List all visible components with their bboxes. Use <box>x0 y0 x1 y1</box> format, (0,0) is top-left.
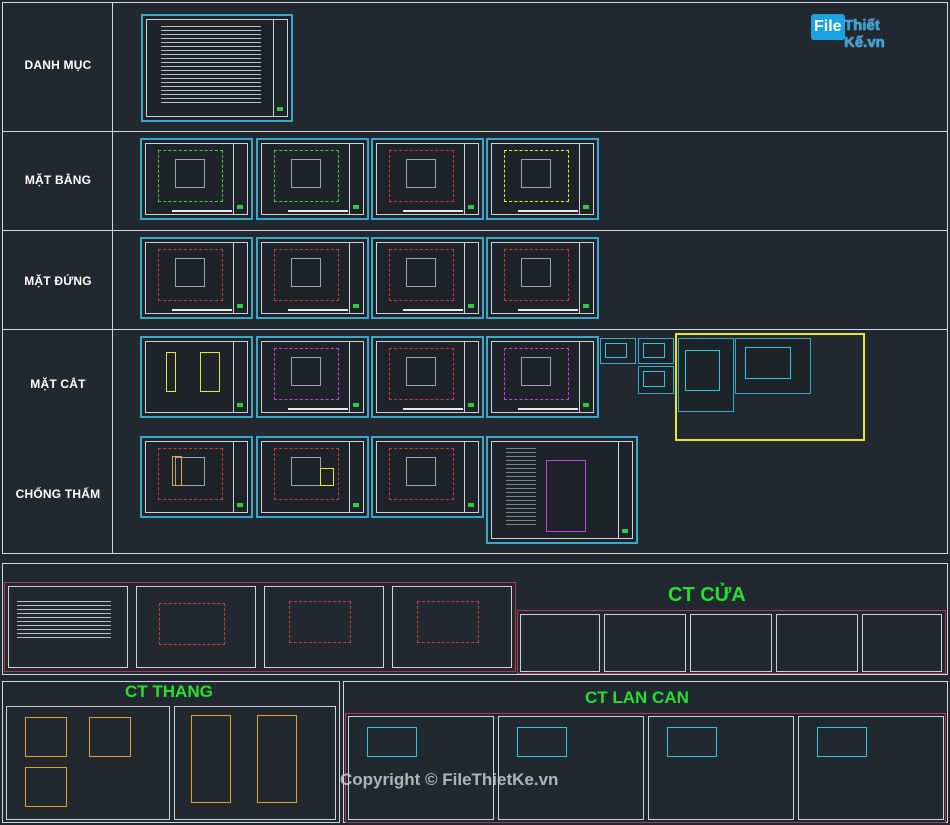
detail-sheet-5[interactable] <box>735 338 811 394</box>
sheet-mat-cat-notes[interactable] <box>140 336 253 418</box>
sheet-chong-tham-2[interactable] <box>256 436 369 518</box>
sheet-ct-cua-1[interactable] <box>520 614 600 672</box>
index-table <box>161 26 261 106</box>
row-label-mat-cat: MẶT CẮT <box>30 377 86 391</box>
sheet-mat-dung-3[interactable] <box>371 237 484 319</box>
sheet-finish-table[interactable] <box>8 586 128 668</box>
detail-sheet-3[interactable] <box>638 366 674 394</box>
sheet-mat-bang-2[interactable] <box>256 138 369 220</box>
sheet-ct-thang-2[interactable] <box>174 706 336 820</box>
sheet-finish-plan-3[interactable] <box>392 586 512 668</box>
sheet-mat-cat-1[interactable] <box>256 336 369 418</box>
row-divider <box>2 230 948 231</box>
sheet-ct-cua-2[interactable] <box>604 614 686 672</box>
sheet-chong-tham-1[interactable] <box>140 436 253 518</box>
row-divider <box>2 329 948 330</box>
sheet-mat-dung-2[interactable] <box>256 237 369 319</box>
sheet-ct-cua-5[interactable] <box>862 614 942 672</box>
title-ct-cua: CT CỬA <box>668 584 746 606</box>
sheet-mat-cat-3[interactable] <box>486 336 599 418</box>
row-label-chong-tham: CHỐNG THẤM <box>15 487 101 501</box>
sheet-danh-muc[interactable] <box>141 14 293 122</box>
filethietke-logo: File Thiết Kế.vn <box>811 14 921 51</box>
row-label-mat-bang: MẶT BẰNG <box>24 173 92 187</box>
sheet-lan-can-4[interactable] <box>798 716 944 820</box>
logo-thietke-text: Thiết Kế.vn <box>844 17 885 51</box>
sheet-mat-dung-4[interactable] <box>486 237 599 319</box>
copyright-watermark: Copyright © FileThietKe.vn <box>340 770 559 789</box>
sheet-chong-tham-3[interactable] <box>371 436 484 518</box>
finish-table <box>17 601 111 641</box>
detail-sheet-1[interactable] <box>600 338 636 364</box>
sheet-mat-bang-3[interactable] <box>371 138 484 220</box>
sheet-mat-bang-1[interactable] <box>140 138 253 220</box>
sheet-ct-thang-1[interactable] <box>6 706 170 820</box>
sheet-finish-plan-1[interactable] <box>136 586 256 668</box>
title-ct-lan-can: CT LAN CAN <box>585 688 689 707</box>
row-label-danh-muc: DANH MỤC <box>24 58 92 72</box>
sheet-finish-plan-2[interactable] <box>264 586 384 668</box>
label-column-divider <box>112 2 113 554</box>
detail-sheet-2[interactable] <box>638 338 674 364</box>
title-ct-thang: CT THANG <box>125 682 213 701</box>
sheet-mat-cat-2[interactable] <box>371 336 484 418</box>
sheet-lan-can-3[interactable] <box>648 716 794 820</box>
row-label-mat-dung: MẶT ĐỨNG <box>24 274 92 288</box>
sheet-chong-tham-details[interactable] <box>486 436 638 544</box>
detail-sheet-4[interactable] <box>678 338 734 412</box>
sheet-ct-cua-3[interactable] <box>690 614 772 672</box>
sheet-lan-can-1[interactable] <box>348 716 494 820</box>
logo-file-text: File <box>811 14 845 40</box>
sheet-mat-dung-1[interactable] <box>140 237 253 319</box>
sheet-mat-bang-4[interactable] <box>486 138 599 220</box>
sheet-lan-can-2[interactable] <box>498 716 644 820</box>
row-divider <box>2 131 948 132</box>
sheet-ct-cua-4[interactable] <box>776 614 858 672</box>
